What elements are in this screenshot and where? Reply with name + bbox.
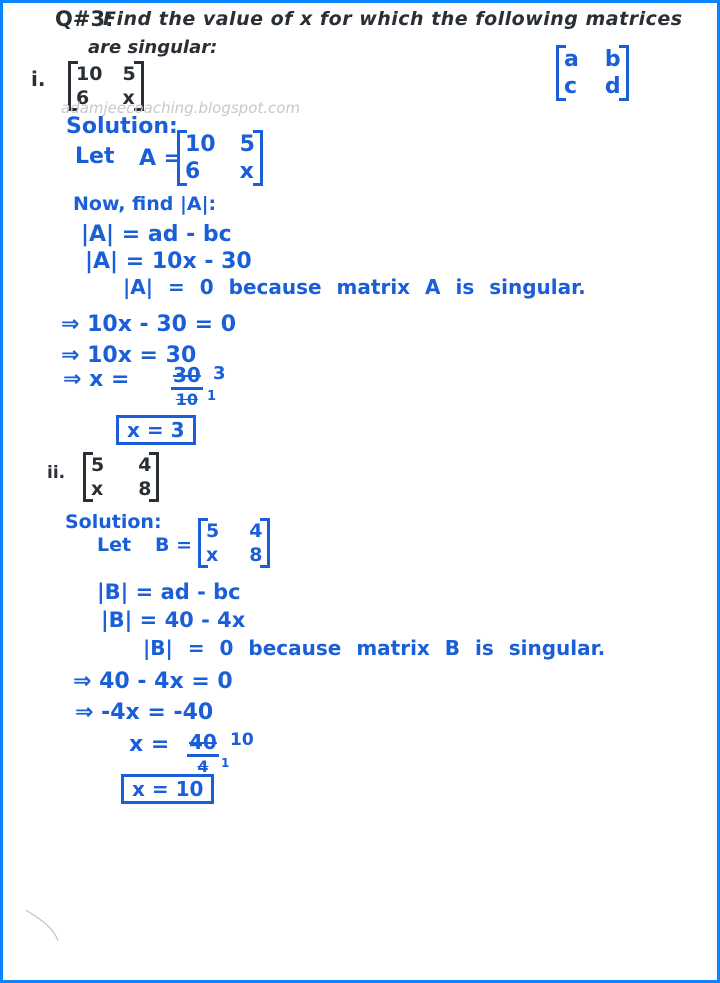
matrix-A-a22: x — [239, 159, 254, 184]
part-i-matrix-a: 10 5 6 x — [177, 130, 263, 186]
part-ii-step-3: x = — [129, 732, 170, 757]
question-text-line2: are singular: — [88, 37, 218, 58]
part-ii-det-value: |B| = 40 - 4x — [101, 608, 246, 632]
part-i-solution-heading: Solution: — [66, 114, 178, 139]
fraction-denominator-reduced: 1 — [221, 756, 230, 770]
pencil-stroke-mark — [25, 909, 59, 942]
matrix-b12: 4 — [138, 454, 152, 476]
matrix-b21: x — [91, 478, 104, 500]
part-ii-fraction: 40 4 — [187, 730, 219, 776]
fraction-numerator-reduced: 3 — [213, 363, 226, 384]
matrix-b22: 8 — [138, 478, 152, 500]
fraction-denominator: 10 — [175, 390, 199, 409]
part-ii-matrix-b: 5 4 x 8 — [198, 518, 271, 568]
matrix-a11: 10 — [76, 63, 103, 85]
question-text-line1: Find the value of x for which the follow… — [103, 8, 683, 30]
part-i-step-3: ⇒ x = — [63, 367, 130, 392]
part-i-det-value: |A| = 10x - 30 — [85, 249, 252, 274]
matrix-A-a11: 10 — [185, 132, 216, 157]
matrix-B-b11: 5 — [206, 520, 220, 542]
part-i-label: i. — [31, 67, 46, 91]
ref-c: c — [564, 74, 578, 99]
notebook-page: Q#3: Find the value of x for which the f… — [3, 3, 717, 980]
fraction-numerator: 40 — [187, 730, 219, 757]
ref-d: d — [604, 74, 621, 99]
part-i-det-formula: |A| = ad - bc — [81, 222, 232, 247]
ref-b: b — [604, 47, 621, 72]
matrix-B-b21: x — [206, 544, 219, 566]
matrix-A-a12: 5 — [239, 132, 255, 157]
part-ii-solution-heading: Solution: — [65, 511, 162, 533]
fraction-numerator-reduced: 10 — [230, 730, 254, 750]
part-i-answer-box: x = 3 — [116, 415, 196, 445]
part-ii-answer-box: x = 10 — [121, 774, 215, 804]
part-i-let: Let — [75, 144, 115, 169]
part-ii-let: Let — [97, 534, 132, 556]
part-i-step-1: ⇒ 10x - 30 = 0 — [61, 312, 237, 337]
part-ii-matrix: 5 4 x 8 — [83, 452, 160, 502]
part-ii-step-2: ⇒ -4x = -40 — [75, 700, 214, 725]
part-ii-singular-reason: |B| = 0 because matrix B is singular. — [143, 636, 606, 660]
part-i-fraction: 30 10 — [171, 363, 203, 409]
ref-a: a — [564, 47, 579, 72]
part-i-singular-reason: |A| = 0 because matrix A is singular. — [123, 275, 586, 299]
fraction-numerator: 30 — [171, 363, 203, 390]
matrix-A-a21: 6 — [185, 159, 201, 184]
matrix-B-b22: 8 — [249, 544, 263, 566]
part-i-matrix-name: A = — [139, 146, 183, 171]
part-ii-det-formula: |B| = ad - bc — [97, 580, 241, 604]
part-i-step-find: Now, find |A|: — [73, 193, 217, 215]
part-ii-matrix-name: B = — [155, 534, 193, 556]
part-ii-label: ii. — [47, 463, 66, 483]
fraction-denominator-reduced: 1 — [207, 389, 217, 404]
reference-matrix: a b c d — [556, 45, 629, 101]
matrix-b11: 5 — [91, 454, 105, 476]
matrix-B-b12: 4 — [249, 520, 263, 542]
part-ii-step-1: ⇒ 40 - 4x = 0 — [73, 669, 233, 694]
matrix-a12: 5 — [122, 63, 136, 85]
